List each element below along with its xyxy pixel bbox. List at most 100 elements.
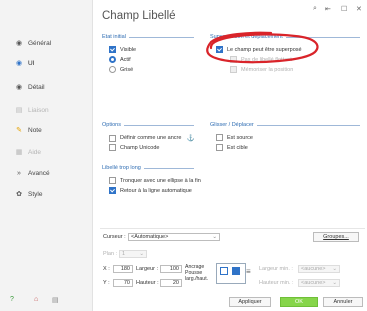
button-label: Appliquer — [238, 299, 262, 305]
grise-radio[interactable]: Grisé — [109, 66, 133, 73]
style-icon: ✿ — [16, 191, 22, 198]
annotation-circle — [206, 31, 319, 64]
anchor-widget[interactable] — [216, 263, 246, 284]
wrap-checkbox[interactable]: Retour à la ligne automatique — [109, 187, 192, 194]
sidebar-item-ui[interactable]: ◉ UI — [14, 57, 90, 69]
ui-icon: ◉ — [15, 60, 23, 67]
sidebar-item-style[interactable]: ✿ Style — [14, 188, 90, 200]
maximize-icon[interactable]: ☐ — [341, 5, 347, 13]
sidebar-item-label: Avancé — [28, 169, 50, 177]
anchor-handle-left[interactable] — [220, 267, 228, 275]
window-title: Champ Libellé — [102, 10, 176, 22]
radio-label: Actif — [120, 56, 131, 63]
radio-dot[interactable] — [109, 66, 116, 73]
curseur-select[interactable]: <Automatique> ⌄ — [128, 233, 220, 241]
anchor-handle-right[interactable] — [232, 267, 240, 275]
anchor-checkbox[interactable]: Définir comme une ancre ⚓ — [109, 134, 195, 142]
checkbox-label: Visible — [120, 46, 137, 53]
sidebar-item-label: Style — [28, 190, 43, 198]
plan-value: 1 — [122, 251, 126, 257]
plan-label: Plan : — [103, 251, 118, 257]
sidebar-item-label: Liaison — [28, 106, 49, 114]
section-glisser: Glisser / Déplacer — [210, 121, 360, 129]
checkbox-box[interactable] — [109, 187, 116, 194]
largeur-value: 100 — [169, 266, 179, 272]
sidebar-item-avance[interactable]: » Avancé — [14, 167, 90, 179]
apply-button[interactable]: Appliquer — [229, 297, 271, 307]
x-field[interactable]: 180 — [113, 265, 133, 273]
curseur-value: <Automatique> — [131, 234, 169, 240]
sidebar-item-general[interactable]: ◉ Général — [14, 37, 90, 49]
checkbox-label: Retour à la ligne automatique — [120, 187, 192, 194]
checkbox-box[interactable] — [216, 144, 223, 151]
sidebar-item-label: Détail — [28, 83, 45, 91]
hauteur-value: 20 — [172, 280, 179, 286]
cancel-button[interactable]: Annuler — [323, 297, 363, 307]
largeur-label: Largeur : — [136, 266, 159, 272]
help-icon: ▦ — [15, 149, 23, 156]
largeur-min-select[interactable]: <aucune> ⌄ — [298, 265, 340, 273]
largeur-field[interactable]: 100 — [160, 265, 182, 273]
largeur-min-value: <aucune> — [301, 266, 326, 272]
hauteur-min-label: Hauteur min. : — [259, 280, 294, 286]
chevron-down-icon: ⌄ — [212, 234, 217, 240]
sidebar-item-label: Général — [28, 39, 52, 47]
note-icon: ✎ — [16, 127, 22, 134]
section-options: Options — [102, 121, 194, 129]
checkbox-box[interactable] — [109, 144, 116, 151]
sidebar-item-aide[interactable]: ▦ Aide — [14, 146, 90, 158]
checkbox-label: Champ Unicode — [120, 144, 160, 151]
groupes-button[interactable]: Groupes... — [313, 232, 359, 242]
sidebar: ◉ Général ◉ UI ◉ Détail ▤ Liaison ✎ Note… — [0, 0, 93, 311]
hauteur-min-value: <aucune> — [301, 280, 326, 286]
actif-radio[interactable]: Actif — [109, 56, 131, 63]
ancrage-label: Ancrage Pousse larg./haut. — [185, 264, 208, 282]
ok-button[interactable]: OK — [280, 297, 318, 307]
chevron-down-icon: ⌄ — [332, 280, 337, 286]
y-value: 70 — [123, 280, 130, 286]
checkbox-box[interactable] — [109, 134, 116, 142]
cible-checkbox[interactable]: Est cible — [216, 144, 248, 151]
advanced-icon: » — [17, 169, 21, 177]
radio-dot[interactable] — [109, 56, 116, 63]
y-field[interactable]: 70 — [113, 279, 133, 287]
restore-icon[interactable]: ⇤ — [325, 5, 331, 13]
hauteur-label: Hauteur : — [136, 280, 159, 286]
close-icon[interactable]: ✕ — [356, 5, 362, 13]
liaison-icon: ▤ — [15, 107, 23, 114]
checkbox-box[interactable] — [109, 46, 116, 53]
unicode-checkbox[interactable]: Champ Unicode — [109, 144, 159, 151]
hauteur-field[interactable]: 20 — [160, 279, 182, 287]
largeur-min-label: Largeur min. : — [259, 266, 293, 272]
general-icon: ◉ — [15, 40, 23, 47]
source-checkbox[interactable]: Est source — [216, 134, 253, 141]
pin-icon[interactable]: ⌕ — [313, 5, 317, 13]
checkbox-box[interactable] — [109, 177, 116, 184]
sidebar-item-liaison[interactable]: ▤ Liaison — [14, 104, 90, 116]
checkbox-label: Tronquer avec une ellipse à la fin — [120, 177, 201, 184]
checkbox-label: Définir comme une ancre — [120, 135, 182, 141]
section-label: Libellé trop long — [102, 165, 141, 171]
help-footer-icon[interactable]: ? — [10, 296, 14, 303]
y-label: Y : — [103, 280, 110, 286]
chevron-down-icon: ⌄ — [139, 251, 144, 257]
checkbox-label: Est source — [227, 134, 253, 141]
checkbox-box[interactable] — [216, 134, 223, 141]
home-footer-icon[interactable]: ⌂ — [34, 296, 38, 303]
sidebar-item-label: Aide — [28, 148, 42, 156]
menu-icon[interactable]: ≡ — [246, 267, 251, 276]
section-label: Options — [102, 122, 121, 128]
list-footer-icon[interactable]: ▤ — [52, 296, 59, 304]
divider — [100, 228, 365, 229]
truncate-checkbox[interactable]: Tronquer avec une ellipse à la fin — [109, 177, 201, 184]
plan-select[interactable]: 1 ⌄ — [119, 250, 147, 258]
hauteur-min-select[interactable]: <aucune> ⌄ — [298, 279, 340, 287]
sidebar-item-label: UI — [28, 59, 35, 67]
button-label: Groupes... — [323, 234, 349, 240]
sidebar-item-detail[interactable]: ◉ Détail — [14, 81, 90, 93]
radio-label: Grisé — [120, 66, 134, 73]
button-label: OK — [295, 299, 303, 305]
ancrage-line: larg./haut. — [185, 276, 209, 282]
sidebar-item-note[interactable]: ✎ Note — [14, 124, 90, 136]
visible-checkbox[interactable]: Visible — [109, 46, 136, 53]
